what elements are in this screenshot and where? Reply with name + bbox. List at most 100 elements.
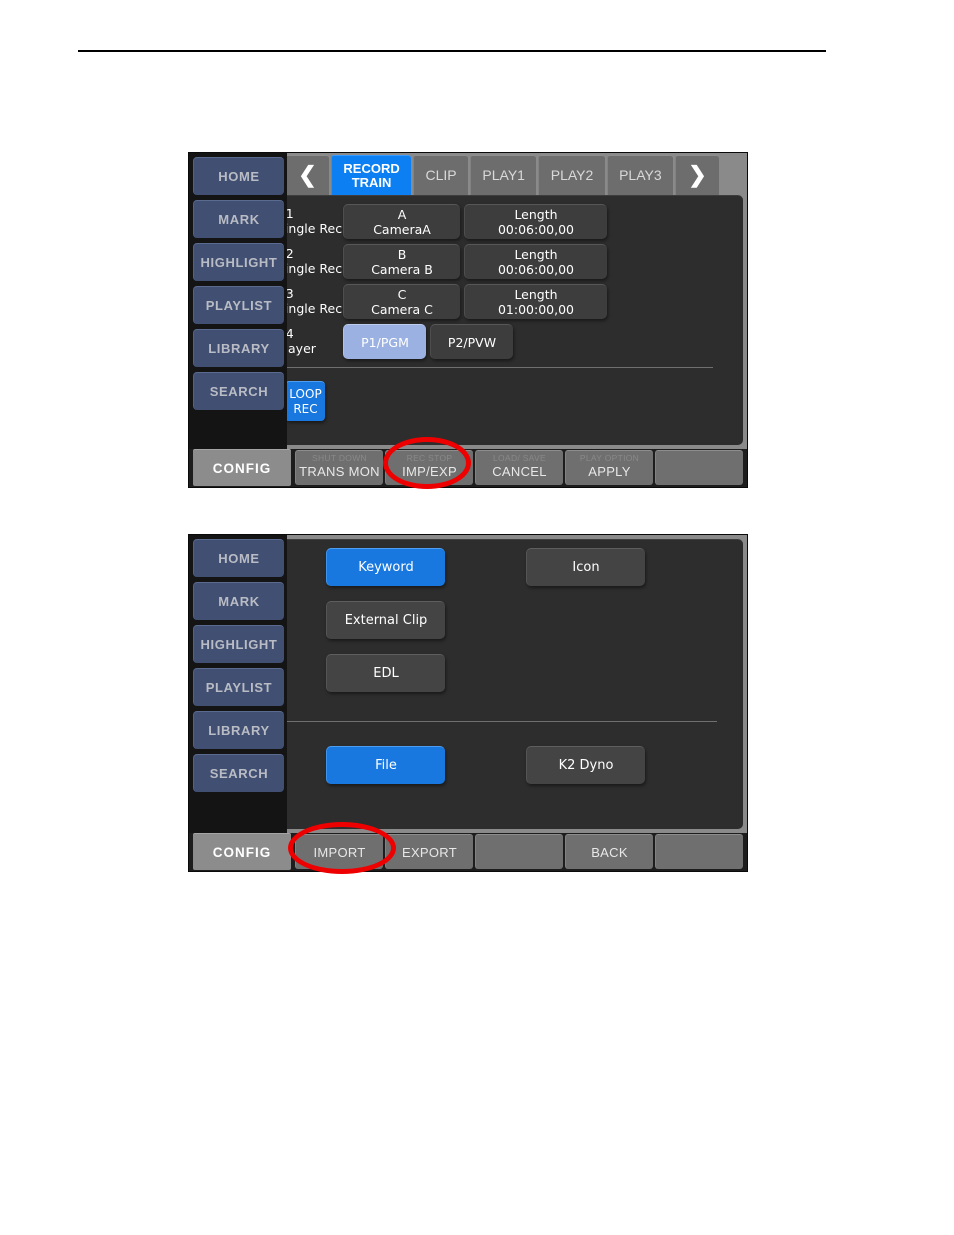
panel2-content-frame: Keyword Icon External Clip EDL File K2 D…: [267, 535, 747, 833]
tab-record-train[interactable]: RECORD TRAIN: [331, 155, 412, 195]
sidebar-item-home[interactable]: HOME: [193, 157, 284, 195]
cancel-button[interactable]: LOAD/ SAVE CANCEL: [475, 450, 563, 485]
imp-exp-button[interactable]: REC STOP IMP/EXP: [385, 450, 473, 485]
destination-file-button[interactable]: File: [326, 746, 445, 784]
import-export-screen: HOME MARK HIGHLIGHT PLAYLIST LIBRARY SEA…: [188, 534, 748, 872]
tab-clip[interactable]: CLIP: [413, 155, 469, 195]
loop-rec-line2: REC: [293, 401, 318, 416]
sidebar-item-mark[interactable]: MARK: [193, 582, 284, 620]
length-caption: Length: [514, 247, 558, 262]
sidebar-item-label: MARK: [218, 212, 260, 227]
length-caption: Length: [514, 287, 558, 302]
sidebar-item-library[interactable]: LIBRARY: [193, 711, 284, 749]
tabstrip-spacer: [721, 155, 744, 195]
shut-down-caption: SHUT DOWN: [312, 453, 367, 463]
back-button[interactable]: BACK: [565, 834, 653, 869]
player-pgm-button[interactable]: P1/PGM: [343, 324, 426, 359]
import-export-content: Keyword Icon External Clip EDL File K2 D…: [267, 539, 743, 829]
sidebar-item-search[interactable]: SEARCH: [193, 372, 284, 410]
channel-source-button-c2[interactable]: B Camera B: [343, 244, 460, 279]
rec-stop-caption: REC STOP: [406, 453, 453, 463]
import-label: IMPORT: [313, 845, 366, 860]
option-label: Icon: [572, 560, 600, 575]
tab-play3[interactable]: PLAY3: [606, 155, 674, 195]
option-label: EDL: [373, 666, 399, 681]
tab-play1[interactable]: PLAY1: [470, 155, 537, 195]
sidebar-item-highlight[interactable]: HIGHLIGHT: [193, 625, 284, 663]
sidebar-item-label: MARK: [218, 594, 260, 609]
sidebar-item-playlist[interactable]: PLAYLIST: [193, 286, 284, 324]
source-name: Camera C: [371, 302, 433, 317]
source-letter: A: [397, 207, 407, 222]
record-train-screen: HOME MARK HIGHLIGHT PLAYLIST LIBRARY SEA…: [188, 152, 748, 488]
panel1-tabstrip: ❮ RECORD TRAIN CLIP PLAY1 PLAY2 PLAY3 ❯: [283, 155, 744, 195]
loop-rec-button[interactable]: LOOP REC: [285, 381, 325, 421]
channel-row-c1: C1 Single Rec A CameraA Length 00:06:00,…: [277, 204, 743, 239]
sidebar-item-playlist[interactable]: PLAYLIST: [193, 668, 284, 706]
source-letter: C: [397, 287, 407, 302]
source-name: CameraA: [373, 222, 431, 237]
channel-length-button-c2[interactable]: Length 00:06:00,00: [464, 244, 607, 279]
sidebar-item-home[interactable]: HOME: [193, 539, 284, 577]
channel-length-button-c1[interactable]: Length 00:06:00,00: [464, 204, 607, 239]
section-divider: [283, 367, 713, 368]
sidebar-item-mark[interactable]: MARK: [193, 200, 284, 238]
panel1-empty-button[interactable]: [655, 450, 743, 485]
import-export-options: Keyword Icon External Clip EDL File K2 D…: [267, 540, 743, 829]
export-label: EXPORT: [401, 845, 458, 860]
player-pvw-button[interactable]: P2/PVW: [430, 324, 513, 359]
apply-button[interactable]: PLAY OPTION APPLY: [565, 450, 653, 485]
sidebar-item-label: HIGHLIGHT: [200, 637, 278, 652]
length-value: 00:06:00,00: [497, 262, 575, 277]
option-keyword-button[interactable]: Keyword: [326, 548, 445, 586]
panel1-sidebar: HOME MARK HIGHLIGHT PLAYLIST LIBRARY SEA…: [189, 153, 287, 449]
panel2-empty-button-2[interactable]: [655, 834, 743, 869]
cancel-label: CANCEL: [492, 464, 547, 479]
length-value: 01:00:00,00: [497, 302, 575, 317]
sidebar-item-label: PLAYLIST: [205, 680, 273, 695]
sidebar-item-config[interactable]: CONFIG: [193, 833, 291, 870]
apply-label: APPLY: [588, 464, 631, 479]
sidebar-item-search[interactable]: SEARCH: [193, 754, 284, 792]
tab-label: CLIP: [425, 167, 457, 184]
sidebar-item-label: HOME: [218, 169, 260, 184]
panel2-action-buttons: IMPORT EXPORT BACK: [293, 833, 747, 871]
sidebar-item-label: LIBRARY: [208, 723, 270, 738]
import-button[interactable]: IMPORT: [295, 834, 383, 869]
panel1-content-frame: ❮ RECORDTRAIN CLIP PLAY1 PLAY2 PLAY3 ❯: [267, 153, 747, 449]
panel1-body: HOME MARK HIGHLIGHT PLAYLIST LIBRARY SEA…: [189, 153, 747, 449]
panel1-bottom-toolbar: CONFIG SHUT DOWN TRANS MON REC STOP IMP/…: [189, 449, 747, 487]
tab-label: PLAY1: [482, 167, 525, 184]
channel-source-button-c3[interactable]: C Camera C: [343, 284, 460, 319]
config-label: CONFIG: [212, 460, 272, 476]
chevron-left-icon[interactable]: ❮: [285, 155, 329, 195]
channel-length-button-c3[interactable]: Length 01:00:00,00: [464, 284, 607, 319]
imp-exp-label: IMP/EXP: [402, 464, 457, 479]
export-button[interactable]: EXPORT: [385, 834, 473, 869]
back-label: BACK: [591, 845, 628, 860]
length-value: 00:06:00,00: [497, 222, 575, 237]
panel1-action-buttons: SHUT DOWN TRANS MON REC STOP IMP/EXP LOA…: [293, 449, 747, 487]
option-external-clip-button[interactable]: External Clip: [326, 601, 445, 639]
sidebar-item-highlight[interactable]: HIGHLIGHT: [193, 243, 284, 281]
tab-label: PLAY2: [550, 167, 594, 184]
sidebar-item-label: SEARCH: [209, 384, 269, 399]
destination-k2-dyno-button[interactable]: K2 Dyno: [526, 746, 645, 784]
destination-section-divider: [285, 721, 717, 722]
sidebar-item-config[interactable]: CONFIG: [193, 449, 291, 486]
sidebar-item-label: SEARCH: [209, 766, 269, 781]
panel2-empty-button-1[interactable]: [475, 834, 563, 869]
channel-row-c2: C2 Single Rec B Camera B Length 00:06:00…: [277, 244, 743, 279]
panel2-bottom-toolbar: CONFIG IMPORT EXPORT BACK: [189, 833, 747, 871]
chevron-right-icon[interactable]: ❯: [675, 155, 720, 195]
channel-source-button-c1[interactable]: A CameraA: [343, 204, 460, 239]
sidebar-item-label: LIBRARY: [208, 341, 270, 356]
sidebar-item-library[interactable]: LIBRARY: [193, 329, 284, 367]
tab-play2[interactable]: PLAY2: [538, 155, 605, 195]
option-edl-button[interactable]: EDL: [326, 654, 445, 692]
option-icon-button[interactable]: Icon: [526, 548, 645, 586]
trans-mon-button[interactable]: SHUT DOWN TRANS MON: [295, 450, 383, 485]
panel2-body: HOME MARK HIGHLIGHT PLAYLIST LIBRARY SEA…: [189, 535, 747, 833]
config-label: CONFIG: [212, 844, 272, 860]
player-pvw-label: P2/PVW: [447, 334, 497, 350]
